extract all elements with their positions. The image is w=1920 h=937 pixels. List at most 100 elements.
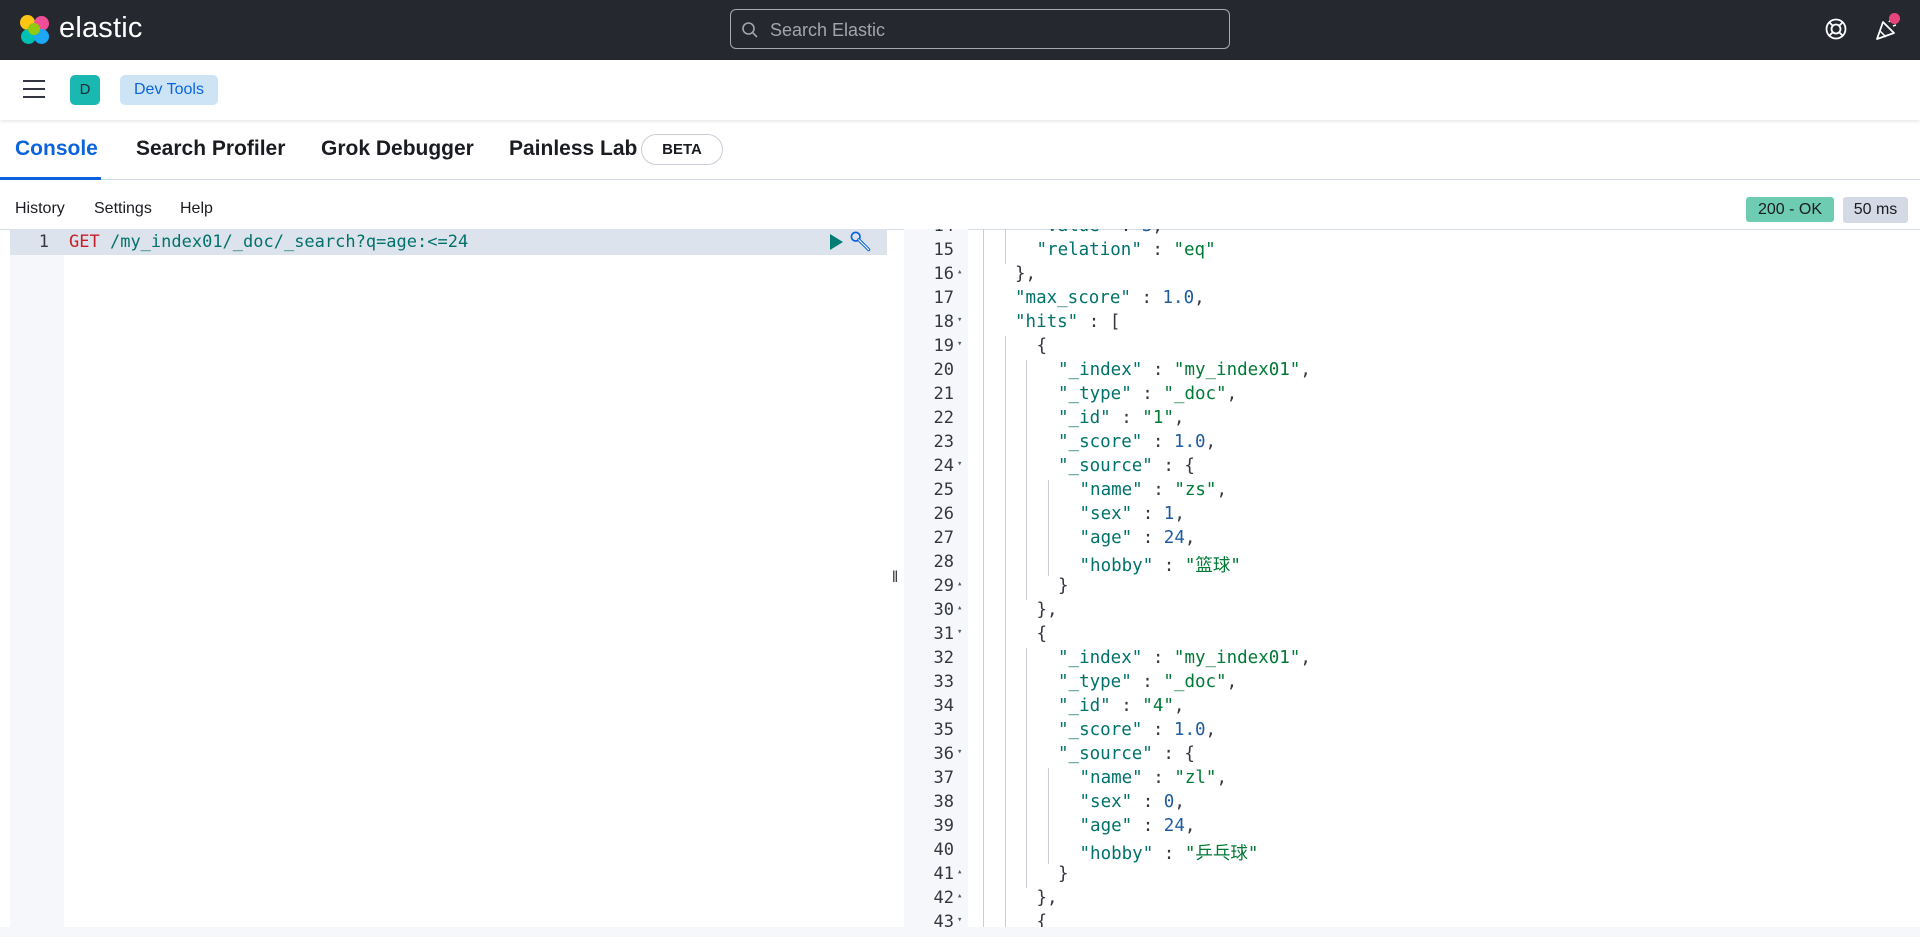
- indent-guide: [983, 912, 984, 927]
- help-icon[interactable]: [1824, 17, 1848, 41]
- indent-guide: [1004, 432, 1006, 456]
- code-text: {: [1036, 624, 1048, 644]
- line-number: 15: [933, 240, 954, 260]
- indent-guide: [983, 864, 984, 888]
- indent-guide: [983, 408, 984, 432]
- tab-console[interactable]: Console: [15, 137, 98, 161]
- indent-guide: [983, 312, 984, 336]
- fold-toggle-icon[interactable]: ▾: [957, 315, 962, 325]
- indent-guide: [1004, 816, 1006, 840]
- indent-guide: [983, 336, 984, 360]
- space-avatar[interactable]: D: [70, 75, 100, 105]
- indent-guide: [1047, 816, 1049, 840]
- response-line: 39 "age" : 24,: [904, 816, 1904, 840]
- request-text[interactable]: GET /my_index01/_doc/_search?q=age:<=24: [69, 232, 468, 252]
- code-text: {: [1036, 336, 1048, 356]
- code-text: "_id" : "1",: [1058, 408, 1185, 428]
- bottom-strip: [0, 927, 1920, 937]
- latency-badge: 50 ms: [1843, 197, 1908, 223]
- response-output[interactable]: 14"value" : 3,15"relation" : "eq"16▴},17…: [904, 229, 1920, 927]
- panel-resizer-handle[interactable]: ‖: [889, 569, 901, 589]
- line-number: 29: [933, 576, 954, 596]
- indent-guide: [983, 648, 984, 672]
- indent-guide: [1004, 912, 1006, 927]
- indent-guide: [983, 720, 984, 744]
- code-text: "age" : 24,: [1079, 816, 1196, 836]
- breadcrumb-dev-tools[interactable]: Dev Tools: [120, 75, 218, 105]
- fold-toggle-icon[interactable]: ▾: [957, 627, 962, 637]
- elastic-logo-icon[interactable]: [18, 13, 52, 47]
- code-text: "name" : "zl",: [1079, 768, 1228, 788]
- line-number: 35: [933, 720, 954, 740]
- global-search-input[interactable]: Search Elastic: [730, 9, 1230, 49]
- code-text: }: [1058, 864, 1069, 884]
- help-link[interactable]: Help: [180, 200, 213, 218]
- tab-search-profiler[interactable]: Search Profiler: [136, 137, 285, 161]
- line-number: 20: [933, 360, 954, 380]
- settings-link[interactable]: Settings: [94, 200, 152, 218]
- indent-guide: [1004, 600, 1006, 624]
- code-text: "value" : 3,: [1037, 229, 1163, 236]
- indent-guide: [1004, 480, 1006, 504]
- line-number: 34: [933, 696, 954, 716]
- code-text: "_source" : {: [1058, 456, 1195, 476]
- fold-toggle-icon[interactable]: ▾: [957, 915, 962, 925]
- line-number: 31: [933, 624, 954, 644]
- indent-guide: [983, 768, 984, 792]
- indent-guide: [1004, 384, 1006, 408]
- code-text: "_type" : "_doc",: [1058, 384, 1238, 404]
- line-number: 26: [933, 504, 954, 524]
- response-line: 28 "hobby" : "篮球": [904, 552, 1904, 576]
- indent-guide: [1004, 792, 1006, 816]
- fold-toggle-icon[interactable]: ▴: [957, 579, 962, 589]
- code-text: "_score" : 1.0,: [1058, 720, 1217, 740]
- indent-guide: [1004, 456, 1006, 480]
- indent-guide: [983, 672, 984, 696]
- breadcrumb-bar: D Dev Tools: [0, 60, 1920, 120]
- line-number: 38: [933, 792, 954, 812]
- request-url: /my_index01/_doc/_search?q=age:<=24: [109, 232, 469, 252]
- indent-guide: [1047, 840, 1049, 864]
- fold-toggle-icon[interactable]: ▾: [957, 459, 962, 469]
- indent-guide: [1026, 840, 1027, 864]
- code-text: "_index" : "my_index01",: [1058, 648, 1311, 668]
- line-number: 33: [933, 672, 954, 692]
- history-link[interactable]: History: [15, 200, 65, 218]
- wrench-icon[interactable]: [849, 230, 872, 253]
- indent-guide: [1047, 792, 1049, 816]
- indent-guide: [1026, 648, 1027, 672]
- indent-guide: [1026, 432, 1027, 456]
- indent-guide: [1047, 528, 1049, 552]
- line-number: 30: [933, 600, 954, 620]
- indent-guide: [1047, 552, 1049, 576]
- fold-toggle-icon[interactable]: ▴: [957, 267, 962, 277]
- indent-guide: [983, 888, 984, 912]
- request-line[interactable]: 1 GET /my_index01/_doc/_search?q=age:<=2…: [10, 229, 887, 255]
- code-text: "age" : 24,: [1079, 528, 1196, 548]
- send-request-icon[interactable]: [828, 233, 844, 251]
- indent-guide: [1026, 576, 1027, 600]
- brand-name[interactable]: elastic: [59, 12, 143, 45]
- dev-tools-tabs: Console Search Profiler Grok Debugger Pa…: [0, 120, 1920, 180]
- request-editor[interactable]: 1 GET /my_index01/_doc/_search?q=age:<=2…: [10, 229, 887, 927]
- code-text: }: [1058, 576, 1069, 596]
- response-line: 34 "_id" : "4",: [904, 696, 1904, 720]
- fold-toggle-icon[interactable]: ▾: [957, 339, 962, 349]
- top-header: elastic Search Elastic: [0, 0, 1920, 60]
- fold-toggle-icon[interactable]: ▴: [957, 603, 962, 613]
- response-line: 20 "_index" : "my_index01",: [904, 360, 1904, 384]
- line-number: 27: [933, 528, 954, 548]
- line-number: 24: [933, 456, 954, 476]
- response-line: 29 ▴}: [904, 576, 1904, 600]
- tab-painless-lab[interactable]: Painless Lab: [509, 137, 637, 161]
- fold-toggle-icon[interactable]: ▴: [957, 867, 962, 877]
- code-text: {: [1036, 912, 1048, 927]
- indent-guide: [1026, 672, 1027, 696]
- menu-toggle-icon[interactable]: [23, 80, 45, 98]
- indent-guide: [1026, 816, 1027, 840]
- tab-grok-debugger[interactable]: Grok Debugger: [321, 137, 474, 161]
- line-number: 14: [904, 229, 954, 236]
- fold-toggle-icon[interactable]: ▾: [957, 747, 962, 757]
- fold-toggle-icon[interactable]: ▴: [957, 891, 962, 901]
- indent-guide: [1026, 768, 1027, 792]
